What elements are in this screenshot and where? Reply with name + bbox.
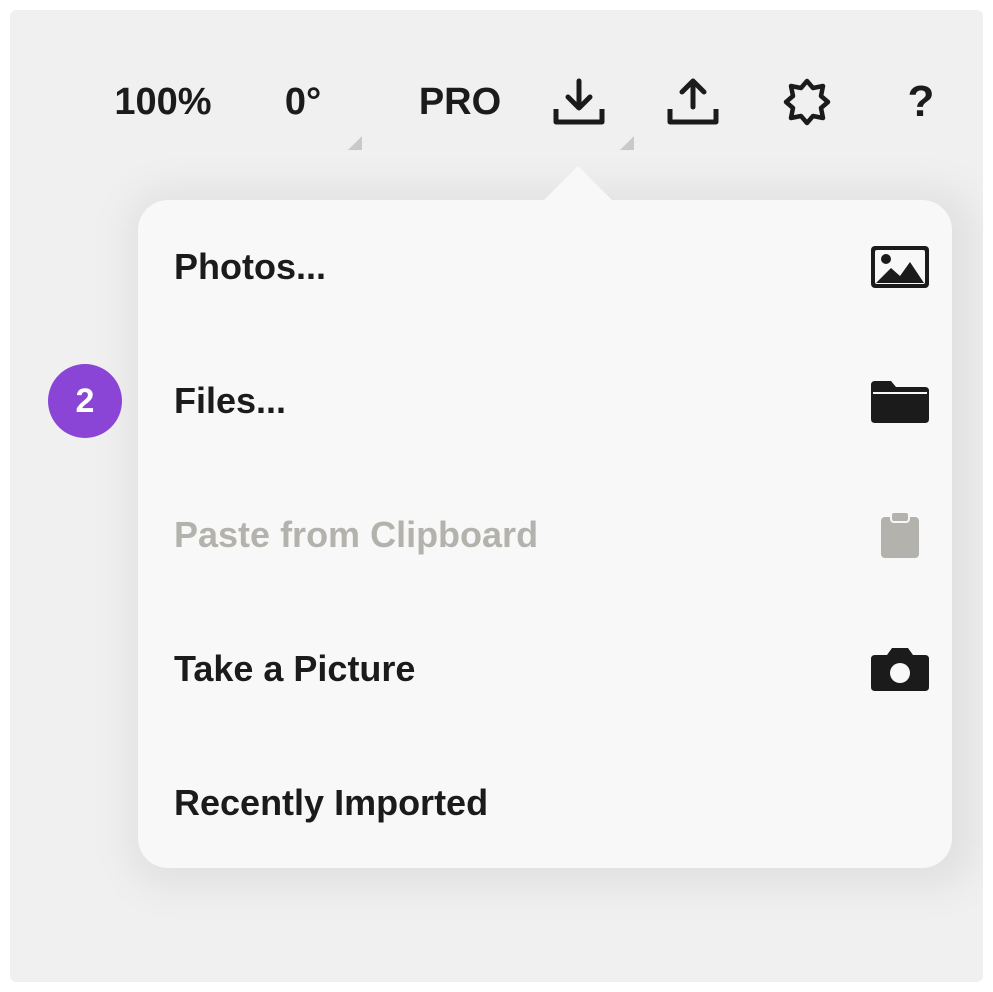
menu-item-photos[interactable]: Photos... xyxy=(138,200,952,334)
export-button[interactable] xyxy=(664,72,722,132)
canvas-area: 100% 0° PRO ? Photos... Files... Paste f… xyxy=(10,10,983,982)
rotation-button[interactable]: 0° xyxy=(268,72,338,132)
menu-item-label: Photos... xyxy=(174,246,326,287)
zoom-level-button[interactable]: 100% xyxy=(98,72,228,132)
import-button[interactable] xyxy=(550,72,608,132)
import-menu-popover: Photos... Files... Paste from Clipboard … xyxy=(138,200,952,868)
settings-button[interactable] xyxy=(778,72,836,132)
menu-item-recently-imported[interactable]: Recently Imported xyxy=(138,736,952,870)
clipboard-icon xyxy=(870,512,930,558)
dropdown-corner-indicator xyxy=(348,136,362,150)
upload-icon xyxy=(667,78,719,125)
popover-arrow xyxy=(542,166,614,202)
gear-icon xyxy=(783,78,831,126)
menu-item-take-picture[interactable]: Take a Picture xyxy=(138,602,952,736)
download-icon xyxy=(553,78,605,125)
menu-item-label: Take a Picture xyxy=(174,648,416,689)
menu-item-label: Recently Imported xyxy=(174,782,489,823)
menu-item-label: Paste from Clipboard xyxy=(174,514,539,555)
folder-icon xyxy=(870,378,930,424)
step-number-badge: 2 xyxy=(48,364,122,438)
pro-button[interactable]: PRO xyxy=(408,72,512,132)
help-button[interactable]: ? xyxy=(892,72,950,132)
menu-item-files[interactable]: Files... xyxy=(138,334,952,468)
top-toolbar: 100% 0° PRO ? xyxy=(10,10,983,190)
camera-icon xyxy=(870,646,930,692)
menu-item-paste-clipboard[interactable]: Paste from Clipboard xyxy=(138,468,952,602)
image-icon xyxy=(870,244,930,290)
dropdown-corner-indicator xyxy=(620,136,634,150)
menu-item-label: Files... xyxy=(174,380,287,421)
